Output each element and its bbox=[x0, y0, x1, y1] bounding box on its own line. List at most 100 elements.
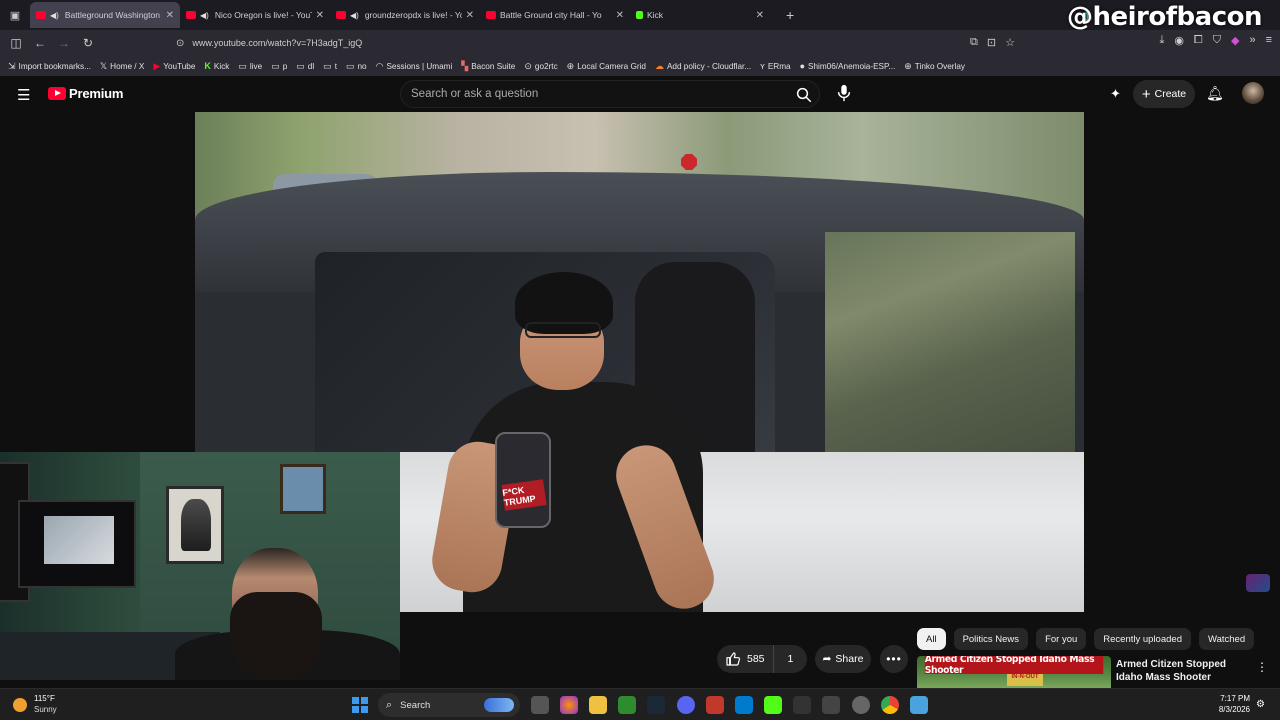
ask-sparkle-icon[interactable]: ✦ bbox=[1110, 86, 1121, 102]
weather-condition[interactable]: Sunny bbox=[34, 705, 57, 714]
screenshot-icon[interactable]: ⧉ bbox=[970, 36, 978, 49]
bookmark-item[interactable]: ▚ Bacon Suite bbox=[461, 61, 515, 72]
speaker-icon[interactable]: ◀) bbox=[200, 11, 209, 20]
browser-tab[interactable]: Kick ✕ bbox=[630, 2, 770, 28]
bookmark-item[interactable]: ⇲ Import bookmarks... bbox=[8, 61, 91, 72]
bookmark-item[interactable]: ⊕ Local Camera Grid bbox=[567, 61, 646, 72]
speaker-icon[interactable]: ◀) bbox=[50, 11, 59, 20]
tab-list-icon[interactable]: ▣ bbox=[0, 9, 30, 22]
bookmark-item[interactable]: ● Shim06/Anemoia-ESP... bbox=[800, 61, 896, 71]
back-icon[interactable]: ← bbox=[28, 36, 52, 50]
more-actions-button[interactable]: ••• bbox=[880, 645, 908, 673]
windows-start-icon[interactable] bbox=[352, 697, 368, 713]
speaker-icon[interactable]: ◀) bbox=[350, 11, 359, 20]
search-box[interactable] bbox=[400, 80, 820, 108]
app-red-icon[interactable] bbox=[706, 696, 724, 714]
chip-politics-news[interactable]: Politics News bbox=[953, 628, 1029, 650]
notepad-icon[interactable] bbox=[910, 696, 928, 714]
bookmark-item[interactable]: ▶ YouTube bbox=[153, 61, 195, 72]
chrome-icon[interactable] bbox=[881, 696, 899, 714]
notifications-bell-icon[interactable]: 🔔︎ bbox=[1206, 85, 1224, 102]
bookmark-folder[interactable]: ▭ live bbox=[238, 61, 262, 72]
chip-recently-uploaded[interactable]: Recently uploaded bbox=[1094, 628, 1191, 650]
browser-tab[interactable]: Battle Ground city Hall - Yo ✕ bbox=[480, 2, 630, 28]
reload-icon[interactable]: ↻ bbox=[76, 36, 100, 50]
url-bar[interactable]: ⊙ www.youtube.com/watch?v=7H3adgT_igQ bbox=[176, 33, 1026, 53]
search-icon[interactable] bbox=[795, 86, 813, 104]
bookmark-label: Kick bbox=[213, 61, 230, 71]
search-input[interactable] bbox=[411, 88, 771, 100]
recommendation-filter-chips: All Politics News For you Recently uploa… bbox=[917, 628, 1255, 650]
profile-extension-icon[interactable]: ◆ bbox=[1231, 34, 1239, 47]
clock-time[interactable]: 7:17 PM bbox=[1220, 694, 1250, 703]
create-label: Create bbox=[1154, 88, 1187, 100]
taskbar-search[interactable]: ⌕ Search bbox=[378, 693, 520, 717]
bookmark-label: no bbox=[357, 61, 367, 71]
bookmark-item[interactable]: ◠ Sessions | Umami bbox=[376, 61, 453, 72]
recommended-video-thumbnail[interactable]: Armed Citizen Stopped Idaho Mass Shooter… bbox=[917, 656, 1111, 688]
clock-date[interactable]: 8/3/2026 bbox=[1212, 705, 1250, 714]
close-tab-icon[interactable]: ✕ bbox=[616, 10, 624, 21]
close-tab-icon[interactable]: ✕ bbox=[756, 10, 764, 21]
new-tab-icon[interactable]: + bbox=[786, 7, 794, 23]
sidebar-toggle-icon[interactable]: ◫ bbox=[4, 36, 28, 50]
recommended-video-title[interactable]: Armed Citizen Stopped Idaho Mass Shooter bbox=[1116, 658, 1246, 684]
bookmark-item[interactable]: K Kick bbox=[204, 61, 229, 71]
forward-icon[interactable]: → bbox=[52, 36, 76, 50]
xbox-icon[interactable] bbox=[618, 696, 636, 714]
weather-sun-icon[interactable] bbox=[13, 698, 27, 712]
url-text[interactable]: www.youtube.com/watch?v=7H3adgT_igQ bbox=[192, 38, 362, 48]
close-tab-icon[interactable]: ✕ bbox=[166, 10, 174, 21]
vscode-icon[interactable] bbox=[735, 696, 753, 714]
browser-tab[interactable]: ◀) groundzeropdx is live! - Yo ✕ bbox=[330, 2, 480, 28]
bookmark-item[interactable]: ⊕ Tinko Overlay bbox=[904, 61, 965, 72]
discord-icon[interactable] bbox=[677, 696, 695, 714]
channel-watermark-icon[interactable] bbox=[1246, 574, 1270, 592]
bookmark-star-icon[interactable]: ☆ bbox=[1005, 36, 1015, 49]
close-tab-icon[interactable]: ✕ bbox=[466, 10, 474, 21]
bookmark-item[interactable]: ⊙ go2rtc bbox=[524, 61, 557, 72]
notification-tray-icon[interactable]: ⚙ bbox=[1256, 699, 1265, 710]
app-window-icon[interactable] bbox=[822, 696, 840, 714]
chip-for-you[interactable]: For you bbox=[1036, 628, 1087, 650]
weather-temperature[interactable]: 115°F bbox=[34, 694, 55, 703]
shield-icon[interactable]: ⛉ bbox=[1213, 34, 1221, 47]
microphone-icon[interactable] bbox=[836, 84, 852, 102]
extension-badge-icon[interactable]: ◉ bbox=[1174, 34, 1184, 47]
chip-all[interactable]: All bbox=[917, 628, 946, 650]
browser-tab[interactable]: ◀) Nico Oregon is live! - YouTu ✕ bbox=[180, 2, 330, 28]
extensions-puzzle-icon[interactable]: ⧠ bbox=[1194, 34, 1203, 47]
recommendation-more-icon[interactable]: ⋮ bbox=[1256, 660, 1268, 674]
bookmark-label: Home / X bbox=[110, 61, 145, 71]
youtube-logo[interactable]: Premium bbox=[48, 86, 123, 101]
bookmark-item[interactable]: ☁ Add policy - Cloudflar... bbox=[655, 61, 751, 72]
file-explorer-icon[interactable] bbox=[589, 696, 607, 714]
firefox-icon[interactable] bbox=[560, 696, 578, 714]
bookmark-label: live bbox=[249, 61, 263, 71]
task-view-icon[interactable] bbox=[531, 696, 549, 714]
terminal-icon[interactable] bbox=[793, 696, 811, 714]
overflow-chevrons-icon[interactable]: » bbox=[1249, 34, 1255, 47]
app-menu-icon[interactable]: ≡ bbox=[1266, 34, 1272, 47]
account-avatar[interactable] bbox=[1242, 82, 1264, 104]
close-tab-icon[interactable]: ✕ bbox=[316, 10, 324, 21]
download-icon[interactable]: ⤓ bbox=[1159, 34, 1164, 47]
bookmark-folder[interactable]: ▭ t bbox=[323, 61, 337, 72]
bookmark-item[interactable]: 𝕏 Home / X bbox=[100, 61, 144, 72]
create-button[interactable]: + Create bbox=[1133, 80, 1195, 108]
share-button[interactable]: ➦ Share bbox=[815, 645, 871, 673]
bookmark-folder[interactable]: ▭ p bbox=[271, 61, 287, 72]
hamburger-menu-icon[interactable]: ☰ bbox=[17, 86, 30, 104]
steam-icon[interactable] bbox=[647, 696, 665, 714]
browser-tab[interactable]: ◀) Battleground Washington c ✕ bbox=[30, 2, 180, 28]
bookmark-folder[interactable]: ▭ no bbox=[346, 61, 367, 72]
like-button[interactable]: 585 bbox=[717, 645, 774, 673]
pip-icon[interactable]: ⊡ bbox=[987, 36, 996, 49]
site-info-icon[interactable]: ⊙ bbox=[176, 38, 184, 49]
chip-watched[interactable]: Watched bbox=[1198, 628, 1255, 650]
bookmark-item[interactable]: ʏ ERma bbox=[760, 61, 790, 71]
obs-icon[interactable] bbox=[852, 696, 870, 714]
kick-app-icon[interactable] bbox=[764, 696, 782, 714]
bookmark-folder[interactable]: ▭ dl bbox=[296, 61, 314, 72]
dislike-button[interactable]: 1 bbox=[774, 653, 808, 665]
